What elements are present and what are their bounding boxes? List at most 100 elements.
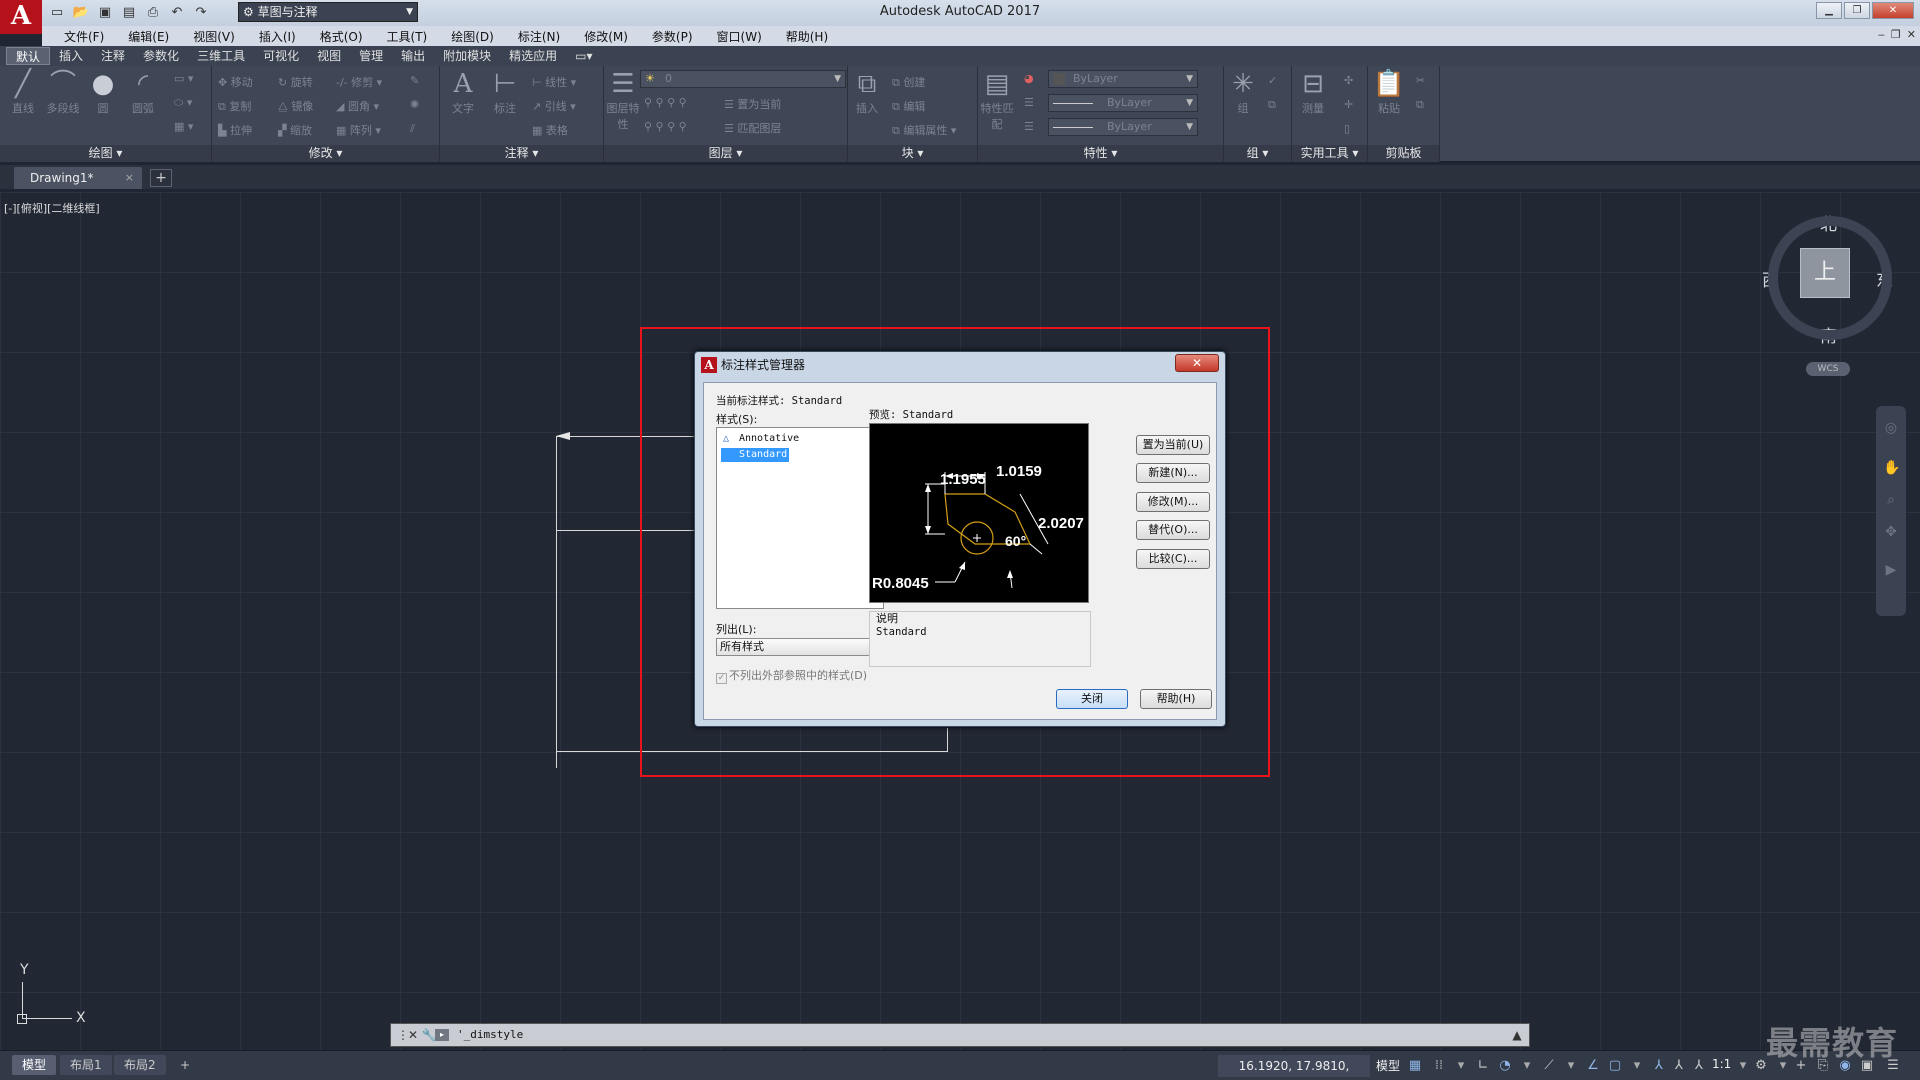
cut-tool[interactable]: ✂: [1416, 74, 1425, 87]
id-tool[interactable]: ✛: [1344, 98, 1353, 111]
snap-icon[interactable]: ⁞⁞: [1430, 1057, 1448, 1075]
add-layout-button[interactable]: +: [170, 1055, 200, 1075]
tab-addins[interactable]: 附加模块: [434, 47, 500, 65]
ortho-icon[interactable]: ∟: [1474, 1057, 1492, 1075]
scale-tool[interactable]: ▞ 缩放: [278, 122, 312, 138]
set-current-button[interactable]: 置为当前(U): [1136, 435, 1210, 455]
tab-insert[interactable]: 插入: [50, 47, 92, 65]
chevron-down-icon[interactable]: ▾: [1734, 1057, 1752, 1075]
auto-scale-icon[interactable]: ⅄: [1690, 1057, 1708, 1075]
command-input[interactable]: '_dimstyle: [457, 1024, 523, 1046]
match-properties-tool[interactable]: ▤ 特性匹配: [978, 68, 1016, 132]
model-space-button[interactable]: 模型: [1372, 1055, 1404, 1077]
layer-select[interactable]: ☀ 0 ▼: [640, 70, 846, 88]
orbit-icon[interactable]: ✥: [1883, 524, 1899, 540]
annotation-scale-value[interactable]: 1:1: [1712, 1057, 1731, 1071]
coordinates-readout[interactable]: 16.1920, 17.9810, 0.0000: [1218, 1055, 1370, 1077]
group-tool[interactable]: ✳ 组: [1224, 68, 1262, 116]
erase-tool[interactable]: ✎: [410, 74, 419, 87]
fillet-tool[interactable]: ◢ 圆角 ▾: [336, 98, 379, 114]
polyline-tool[interactable]: ⌒ 多段线: [44, 68, 82, 116]
edit-attributes-tool[interactable]: ⧉ 编辑属性 ▾: [892, 122, 956, 138]
viewport-controls-label[interactable]: [-][俯视][二维线框]: [4, 200, 100, 216]
copy-clip-tool[interactable]: ⧉: [1416, 98, 1424, 112]
menu-parametric[interactable]: 参数(P): [640, 28, 705, 45]
menu-insert[interactable]: 插入(I): [247, 28, 308, 45]
array-tool[interactable]: ▦ 阵列 ▾: [336, 122, 381, 138]
rotate-tool[interactable]: ↻ 旋转: [278, 74, 313, 90]
panel-title-modify[interactable]: 修改 ▾: [212, 145, 439, 162]
grid-icon[interactable]: ▦: [1406, 1057, 1424, 1075]
panel-title-groups[interactable]: 组 ▾: [1224, 145, 1291, 162]
style-item-standard[interactable]: Standard: [721, 448, 790, 462]
minimize-button[interactable]: ▁: [1816, 2, 1842, 19]
circle-tool[interactable]: ● 圆: [84, 68, 122, 116]
list-filter-select[interactable]: 所有样式 ▼: [716, 638, 886, 656]
copy-tool[interactable]: ⧉ 复制: [218, 98, 251, 114]
rectangle-tool[interactable]: ▭ ▾: [174, 72, 193, 85]
tab-default[interactable]: 默认: [6, 47, 51, 65]
close-icon[interactable]: ✕: [405, 1027, 421, 1043]
tab-parametric[interactable]: 参数化: [134, 47, 188, 65]
menu-edit[interactable]: 编辑(E): [116, 28, 181, 45]
set-current-layer-tool[interactable]: ☰ 置为当前: [724, 96, 781, 112]
doc-minimize-icon[interactable]: ‒: [1878, 28, 1885, 41]
menu-draw[interactable]: 绘图(D): [439, 28, 506, 45]
command-prompt-icon[interactable]: ▸: [435, 1029, 449, 1041]
color-wheel-icon[interactable]: ◕: [1024, 72, 1034, 85]
menu-format[interactable]: 格式(O): [308, 28, 375, 45]
tab-visualize[interactable]: 可视化: [254, 47, 308, 65]
panel-title-draw[interactable]: 绘图 ▾: [0, 145, 211, 162]
create-block-tool[interactable]: ⧉ 创建: [892, 74, 925, 90]
dialog-close-button[interactable]: ✕: [1175, 354, 1219, 372]
tab-3d-tools[interactable]: 三维工具: [188, 47, 254, 65]
leader-tool[interactable]: ↗ 引线 ▾: [532, 98, 576, 114]
modify-style-button[interactable]: 修改(M)...: [1136, 492, 1210, 512]
object-snap-icon[interactable]: ▢: [1606, 1057, 1624, 1075]
dialog-title-bar[interactable]: A 标注样式管理器 ✕: [695, 352, 1225, 378]
ribbon-toggle-icon[interactable]: ▭▾: [566, 47, 601, 65]
layer-off-tool[interactable]: ⚲ ⚲ ⚲ ⚲: [644, 96, 687, 109]
linear-dim-tool[interactable]: ⊢ 线性 ▾: [532, 74, 576, 90]
chevron-down-icon[interactable]: ▾: [1518, 1057, 1536, 1075]
menu-file[interactable]: 文件(F): [52, 28, 116, 45]
tab-featured-apps[interactable]: 精选应用: [500, 47, 566, 65]
tab-output[interactable]: 输出: [392, 47, 434, 65]
insert-block-tool[interactable]: ⧉ 插入: [848, 68, 886, 116]
edit-block-tool[interactable]: ⧉ 编辑: [892, 98, 925, 114]
doc-close-icon[interactable]: ✕: [1907, 28, 1916, 41]
help-button[interactable]: 帮助(H): [1140, 689, 1212, 709]
menu-dimension[interactable]: 标注(N): [506, 28, 572, 45]
menu-tools[interactable]: 工具(T): [375, 28, 440, 45]
tab-annotate[interactable]: 注释: [92, 47, 134, 65]
hatch-tool[interactable]: ▦ ▾: [174, 120, 193, 133]
close-dialog-button[interactable]: 关闭: [1056, 689, 1128, 709]
offset-tool[interactable]: ⫽: [410, 122, 415, 136]
text-tool[interactable]: A 文字: [444, 68, 482, 116]
zoom-icon[interactable]: ⌕: [1883, 492, 1899, 508]
viewcube-ring[interactable]: 上: [1768, 216, 1892, 340]
compare-styles-button[interactable]: 比较(C)...: [1136, 549, 1210, 569]
ellipse-tool[interactable]: ⬭ ▾: [174, 96, 192, 110]
color-select[interactable]: ByLayer ▼: [1048, 70, 1198, 88]
calc-tool[interactable]: ▯: [1344, 122, 1350, 135]
move-tool[interactable]: ✥ 移动: [218, 74, 253, 90]
layout-tab-2[interactable]: 布局2: [114, 1055, 166, 1075]
table-tool[interactable]: ▦ 表格: [532, 122, 568, 138]
dimension-tool[interactable]: ⊢ 标注: [486, 68, 524, 116]
trim-tool[interactable]: -/- 修剪 ▾: [336, 74, 382, 90]
menu-window[interactable]: 窗口(W): [705, 28, 774, 45]
annotation-visibility-icon[interactable]: ⅄: [1670, 1057, 1688, 1075]
mirror-tool[interactable]: ⧋ 镜像: [278, 98, 313, 114]
new-document-button[interactable]: +: [150, 169, 172, 187]
panel-title-layers[interactable]: 图层 ▾: [604, 145, 847, 162]
line-tool[interactable]: ╱ 直线: [4, 68, 42, 116]
stretch-tool[interactable]: ▙ 拉伸: [218, 122, 252, 138]
point-tool[interactable]: ✣: [1344, 74, 1353, 87]
styles-list[interactable]: △ Annotative Standard: [716, 427, 884, 609]
explode-tool[interactable]: ✺: [410, 98, 419, 111]
override-style-button[interactable]: 替代(O)...: [1136, 520, 1210, 540]
panel-title-utilities[interactable]: 实用工具 ▾: [1292, 145, 1367, 162]
measure-tool[interactable]: ⊟ 测量: [1294, 68, 1332, 116]
layout-tab-1[interactable]: 布局1: [60, 1055, 112, 1075]
